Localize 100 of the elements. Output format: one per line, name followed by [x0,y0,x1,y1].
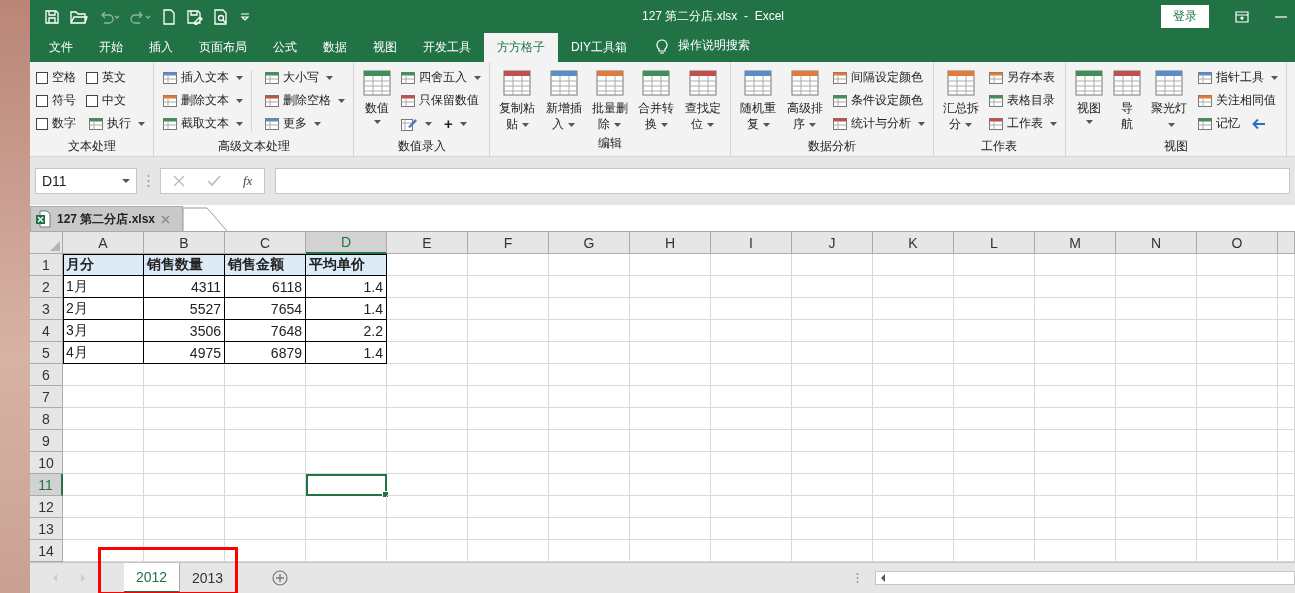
new-tab-icon[interactable] [183,207,228,231]
column-header[interactable]: O [1197,232,1278,254]
folder-icon[interactable] [70,8,88,25]
row-header[interactable]: 14 [30,540,63,562]
ribbon-button[interactable]: 批量删除 [588,66,632,132]
ribbon-button[interactable]: 更多 [262,115,323,132]
scroll-left-icon[interactable] [880,574,886,582]
split-handle-icon[interactable] [856,572,859,584]
ribbon-button[interactable]: 条件设定颜色 [829,92,925,109]
ribbon-button[interactable]: 工作表 [986,115,1060,132]
close-icon[interactable] [161,214,171,224]
column-header[interactable]: K [873,232,954,254]
column-header[interactable]: C [225,232,306,254]
row-header[interactable]: 11 [30,474,63,496]
ribbon-button[interactable]: 统计与分析 [829,115,927,132]
horizontal-scrollbar[interactable] [875,571,1295,585]
ribbon-button[interactable]: 删除文本 [160,92,245,109]
ribbon-button[interactable]: 大小写 [262,69,335,86]
insert-function-button[interactable]: fx [243,173,253,189]
ribbon-button[interactable]: 另存本表 [986,69,1058,86]
print-preview-icon[interactable] [213,8,229,25]
ribbon-tab[interactable]: 方方格子 [484,33,558,62]
select-all-icon[interactable] [50,241,60,251]
add-sheet-icon[interactable] [272,570,288,586]
save-as-icon[interactable] [186,8,203,25]
ribbon-button[interactable]: 删除空格 [262,92,347,109]
active-cell[interactable] [306,474,387,496]
checkbox[interactable]: 英文 [86,69,126,86]
login-button[interactable]: 登录 [1161,5,1209,28]
column-header[interactable] [1278,232,1295,254]
checkbox[interactable]: 数字 [36,115,76,132]
ribbon-button[interactable]: 执行 [86,115,147,132]
ribbon-button[interactable]: 查找定位 [681,66,724,132]
formula-input[interactable] [275,168,1290,194]
ribbon-button[interactable]: 插入文本 [160,69,245,86]
ribbon-button[interactable]: 高级排序 [783,66,826,132]
ribbon-button[interactable]: 四舍五入 [398,69,483,86]
ribbon-tab[interactable]: 公式 [260,33,310,62]
check-icon[interactable] [207,175,221,187]
row-header[interactable]: 5 [30,342,63,364]
ribbon-tab[interactable]: 插入 [136,33,186,62]
ribbon-button[interactable]: 随机重复 [736,66,780,132]
ribbon-button[interactable]: 关注相同值 [1194,92,1278,109]
ribbon-button[interactable]: 视图 [1072,66,1107,124]
ribbon-tab[interactable]: 数据 [310,33,360,62]
document-tab[interactable]: 127 第二分店.xlsx [30,206,184,231]
ribbon-button[interactable]: 新增插入 [542,66,585,132]
row-header[interactable]: 1 [30,254,63,276]
checkbox[interactable]: 中文 [86,92,126,109]
caret-icon[interactable] [122,179,130,183]
row-header[interactable]: 13 [30,518,63,540]
ribbon-tab[interactable]: DIY工具箱 [558,33,640,62]
row-header[interactable]: 12 [30,496,63,518]
column-header[interactable]: L [954,232,1035,254]
name-box[interactable]: D11 [35,168,137,194]
ribbon-tab[interactable]: 文件 [36,33,86,62]
column-header[interactable]: H [630,232,711,254]
ribbon-button[interactable]: 数值 [360,66,394,124]
ribbon-display-icon[interactable] [1235,10,1249,23]
ribbon-tab[interactable]: 开发工具 [410,33,484,62]
row-header[interactable]: 3 [30,298,63,320]
ribbon-button[interactable]: 间隔设定颜色 [829,69,925,86]
ribbon-tab[interactable]: 页面布局 [186,33,260,62]
tell-me-search[interactable]: 操作说明搜索 [678,37,750,54]
ribbon-button[interactable]: 记忆 [1194,115,1242,132]
ribbon-tab[interactable]: 开始 [86,33,136,62]
save-icon[interactable] [44,8,60,25]
row-header[interactable]: 8 [30,408,63,430]
ribbon-button[interactable]: 汇总拆分 [939,66,983,132]
ribbon-button[interactable]: 复制粘贴 [496,66,539,132]
column-header[interactable]: M [1035,232,1116,254]
drag-handle-icon[interactable] [147,174,150,188]
sheet-tab[interactable]: 2012 [124,563,180,593]
row-header[interactable]: 7 [30,386,63,408]
column-header[interactable]: J [792,232,873,254]
column-header[interactable]: B [144,232,225,254]
ribbon-button[interactable]: 表格目录 [986,92,1058,109]
column-header[interactable]: F [468,232,549,254]
column-header[interactable]: G [549,232,630,254]
column-header[interactable]: D [306,232,387,254]
ribbon-tab[interactable]: 视图 [360,33,410,62]
fill-handle[interactable] [382,491,389,498]
arrow-left-icon[interactable] [1251,117,1266,130]
row-header[interactable]: 10 [30,452,63,474]
ribbon-button[interactable]: 聚光灯 [1148,66,1191,132]
cancel-icon[interactable] [173,175,185,187]
add-button[interactable]: + [442,115,469,132]
ribbon-button[interactable]: 截取文本 [160,115,245,132]
new-file-icon[interactable] [162,8,176,25]
ribbon-button[interactable]: 导航 [1110,66,1145,132]
checkbox[interactable]: 空格 [36,69,76,86]
row-header[interactable]: 9 [30,430,63,452]
checkbox[interactable]: 符号 [36,92,76,109]
column-header[interactable]: E [387,232,468,254]
row-header[interactable]: 4 [30,320,63,342]
ribbon-button[interactable]: 只保留数值 [398,92,481,109]
column-header[interactable]: A [63,232,144,254]
column-header[interactable]: I [711,232,792,254]
ribbon-button[interactable]: 指针工具 [1194,69,1280,86]
row-header[interactable]: 2 [30,276,63,298]
